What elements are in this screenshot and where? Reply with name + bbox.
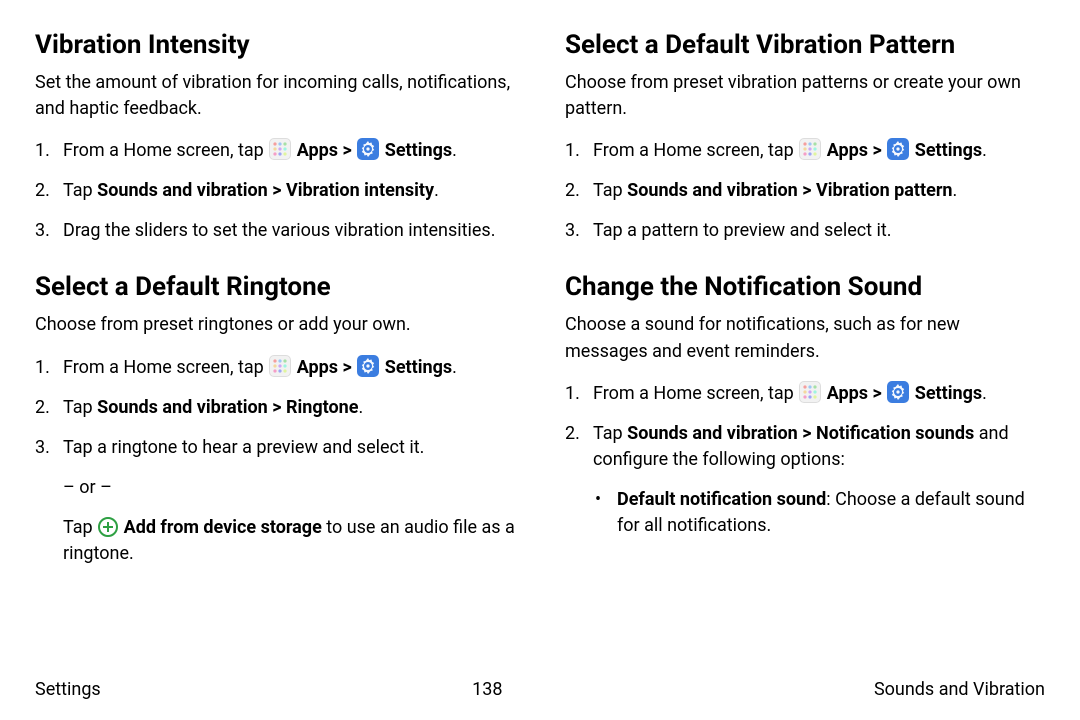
options-list: Default notification sound: Choose a def… (565, 487, 1045, 539)
separator: > (343, 357, 357, 378)
step-item: Tap a pattern to preview and select it. (565, 218, 1045, 244)
section-vibration-intensity: Vibration Intensity Set the amount of vi… (35, 30, 515, 244)
section-notification-sound: Change the Notification Sound Choose a s… (565, 272, 1045, 539)
step-item: Tap Sounds and vibration > Vibration pat… (565, 178, 1045, 204)
intro-text: Choose from preset vibration patterns or… (565, 70, 1045, 122)
step-bold: Sounds and vibration > Vibration pattern (627, 180, 952, 201)
heading-vibration-intensity: Vibration Intensity (35, 30, 515, 60)
step-item: From a Home screen, tap Apps > Settings. (565, 138, 1045, 164)
steps-list: From a Home screen, tap Apps > Settings.… (35, 355, 515, 461)
step-text: From a Home screen, tap (593, 140, 798, 161)
footer-page-number: 138 (472, 679, 502, 700)
step-item: Tap a ringtone to hear a preview and sel… (35, 435, 515, 461)
separator: > (873, 140, 887, 161)
step-item: Tap Sounds and vibration > Vibration int… (35, 178, 515, 204)
option-bold: Default notification sound (617, 489, 826, 510)
steps-list: From a Home screen, tap Apps > Settings.… (565, 138, 1045, 244)
apps-label: Apps (827, 140, 868, 161)
step-item: Tap Sounds and vibration > Ringtone. (35, 395, 515, 421)
heading-notification-sound: Change the Notification Sound (565, 272, 1045, 302)
page-content: Vibration Intensity Set the amount of vi… (35, 30, 1045, 581)
step-bold: Add from device storage (124, 517, 322, 538)
step-bold: Sounds and vibration > Vibration intensi… (97, 180, 434, 201)
section-default-ringtone: Select a Default Ringtone Choose from pr… (35, 272, 515, 567)
left-column: Vibration Intensity Set the amount of vi… (35, 30, 515, 581)
step-item: From a Home screen, tap Apps > Settings. (35, 355, 515, 381)
separator: > (873, 383, 887, 404)
or-separator: – or – (35, 475, 515, 501)
intro-text: Choose a sound for notifications, such a… (565, 312, 1045, 364)
step-text: Tap (593, 423, 627, 444)
settings-icon (887, 138, 909, 160)
apps-label: Apps (827, 383, 868, 404)
separator: > (343, 140, 357, 161)
right-column: Select a Default Vibration Pattern Choos… (565, 30, 1045, 581)
step-text: Tap (593, 180, 627, 201)
step-text: From a Home screen, tap (63, 140, 268, 161)
apps-icon (269, 355, 291, 377)
step-text: From a Home screen, tap (63, 357, 268, 378)
intro-text: Set the amount of vibration for incoming… (35, 70, 515, 122)
intro-text: Choose from preset ringtones or add your… (35, 312, 515, 338)
settings-label: Settings (915, 140, 982, 161)
apps-icon (799, 381, 821, 403)
apps-label: Apps (297, 357, 338, 378)
steps-list: From a Home screen, tap Apps > Settings.… (35, 138, 515, 244)
step-item: From a Home screen, tap Apps > Settings. (35, 138, 515, 164)
heading-default-ringtone: Select a Default Ringtone (35, 272, 515, 302)
settings-icon (357, 138, 379, 160)
step-item: Drag the sliders to set the various vibr… (35, 218, 515, 244)
option-item: Default notification sound: Choose a def… (593, 487, 1045, 539)
step-item: From a Home screen, tap Apps > Settings. (565, 381, 1045, 407)
section-vibration-pattern: Select a Default Vibration Pattern Choos… (565, 30, 1045, 244)
page-footer: Settings 138 Sounds and Vibration (35, 679, 1045, 700)
alt-step: Tap Add from device storage to use an au… (35, 515, 515, 567)
apps-icon (799, 138, 821, 160)
footer-left: Settings (35, 679, 101, 700)
step-item: Tap Sounds and vibration > Notification … (565, 421, 1045, 473)
settings-icon (887, 381, 909, 403)
plus-icon (98, 517, 118, 537)
step-text: Tap (63, 180, 97, 201)
heading-vibration-pattern: Select a Default Vibration Pattern (565, 30, 1045, 60)
settings-label: Settings (385, 357, 452, 378)
settings-label: Settings (915, 383, 982, 404)
step-bold: Sounds and vibration > Notification soun… (627, 423, 974, 444)
steps-list: From a Home screen, tap Apps > Settings.… (565, 381, 1045, 473)
footer-right: Sounds and Vibration (874, 679, 1045, 700)
settings-icon (357, 355, 379, 377)
step-text: Tap (63, 517, 97, 538)
step-bold: Sounds and vibration > Ringtone (97, 397, 358, 418)
apps-icon (269, 138, 291, 160)
settings-label: Settings (385, 140, 452, 161)
apps-label: Apps (297, 140, 338, 161)
step-text: Tap (63, 397, 97, 418)
step-text: From a Home screen, tap (593, 383, 798, 404)
